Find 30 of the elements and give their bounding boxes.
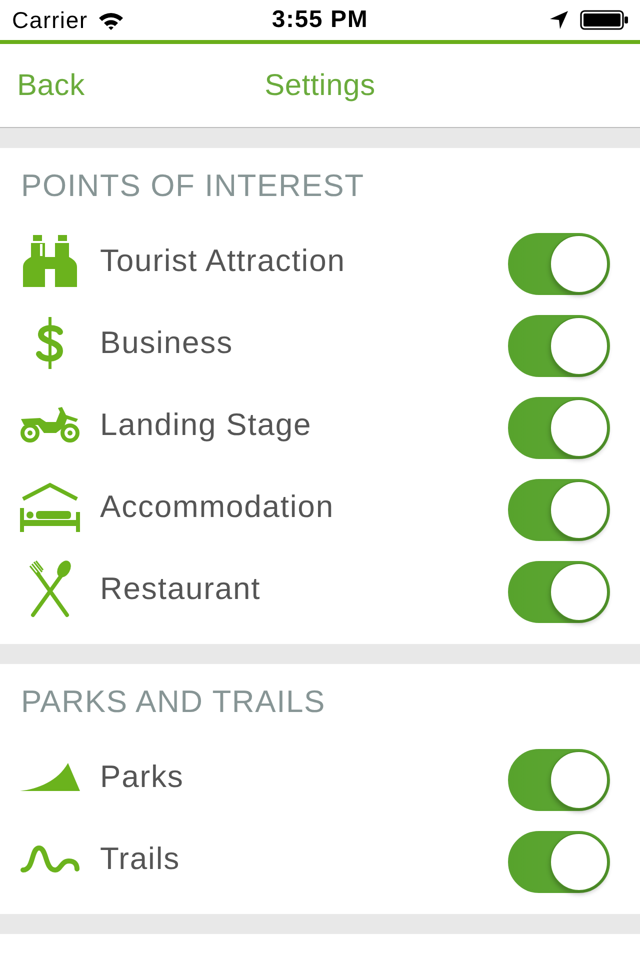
- toggle-switch[interactable]: [508, 233, 610, 295]
- back-button[interactable]: Back: [0, 68, 85, 104]
- binoculars-icon: [23, 235, 77, 287]
- location-arrow-icon: [550, 11, 568, 29]
- section-header: PARKS AND TRAILS: [21, 684, 326, 720]
- wavy-trail-icon: [20, 844, 80, 874]
- motorbike-icon: [20, 407, 80, 443]
- setting-label: Landing Stage: [100, 407, 312, 443]
- setting-label: Business: [100, 325, 233, 361]
- setting-label: Accommodation: [100, 489, 334, 525]
- toggle-switch[interactable]: [508, 831, 610, 893]
- carrier-name: Carrier: [12, 6, 88, 34]
- setting-label: Trails: [100, 841, 180, 877]
- dollar-sign-icon: [34, 317, 66, 369]
- status-time: 3:55 PM: [272, 6, 368, 34]
- toggle-switch[interactable]: [508, 397, 610, 459]
- fork-and-spoon-icon: [28, 560, 72, 618]
- setting-label: Parks: [100, 759, 184, 795]
- toggle-switch[interactable]: [508, 315, 610, 377]
- bed-under-roof-icon: [20, 482, 80, 532]
- setting-label: Tourist Attraction: [100, 243, 346, 279]
- toggle-switch[interactable]: [508, 749, 610, 811]
- toggle-switch[interactable]: [508, 561, 610, 623]
- section-header: POINTS OF INTEREST: [21, 168, 364, 204]
- nav-title: Settings: [264, 68, 376, 102]
- hill-icon: [20, 763, 80, 791]
- setting-label: Restaurant: [100, 571, 261, 607]
- toggle-switch[interactable]: [508, 479, 610, 541]
- battery-icon: [580, 10, 628, 30]
- wifi-icon: [98, 10, 124, 30]
